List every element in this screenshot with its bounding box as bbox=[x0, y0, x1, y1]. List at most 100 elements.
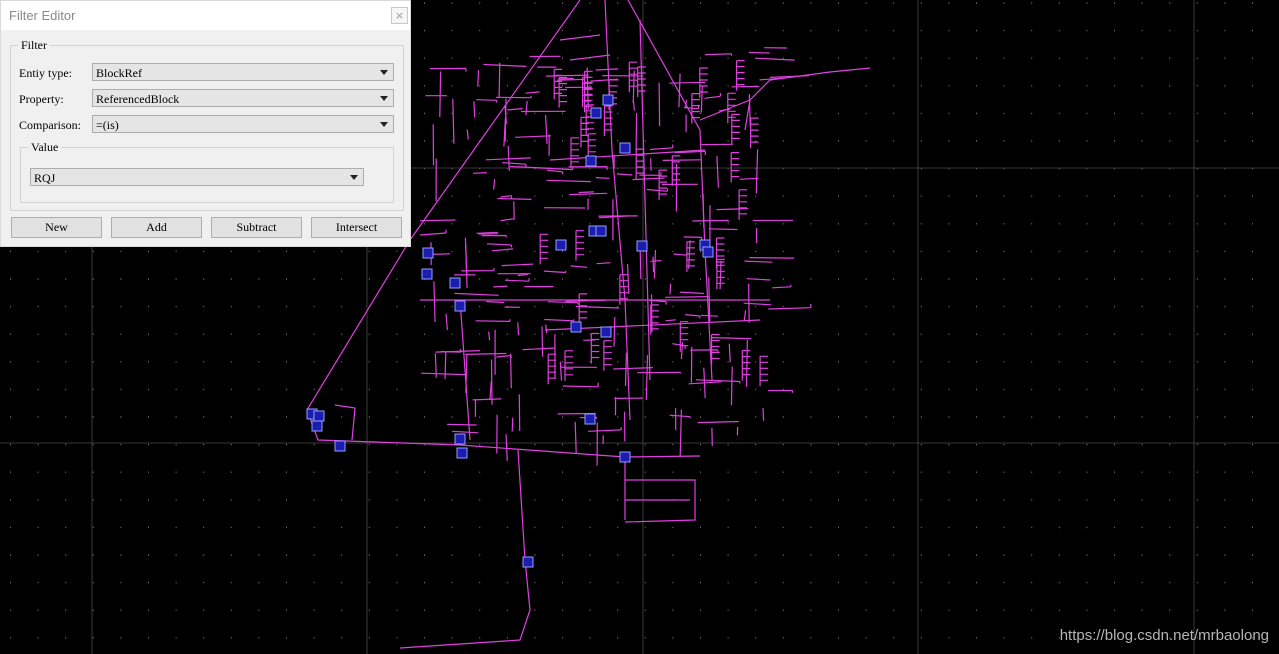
block-ref-marker[interactable] bbox=[334, 440, 346, 452]
pipe-segment bbox=[678, 73, 681, 108]
pipe-segment bbox=[425, 95, 448, 97]
pipe-segment bbox=[748, 283, 750, 323]
block-ref-marker[interactable] bbox=[454, 433, 466, 445]
pipe-segment bbox=[545, 114, 548, 144]
block-ref-marker[interactable] bbox=[590, 107, 602, 119]
pipe-segment bbox=[500, 195, 513, 199]
pipe-segment bbox=[704, 53, 733, 56]
pipe-segment bbox=[493, 179, 496, 190]
pipe-segment bbox=[688, 381, 722, 385]
pipe-segment bbox=[650, 144, 674, 151]
pipe-segment bbox=[704, 93, 721, 99]
pipe-segment bbox=[731, 113, 740, 145]
pipe-segment bbox=[768, 303, 812, 310]
pipe-segment bbox=[690, 349, 719, 352]
block-ref-marker[interactable] bbox=[619, 142, 631, 154]
pipe-segment bbox=[560, 366, 598, 369]
block-ref-marker[interactable] bbox=[702, 246, 714, 258]
block-ref-marker[interactable] bbox=[311, 420, 323, 432]
pipe-segment bbox=[772, 284, 792, 289]
pipe-segment bbox=[433, 281, 436, 323]
close-icon: × bbox=[394, 9, 405, 22]
pipe-segment bbox=[570, 265, 588, 268]
pipe-segment bbox=[507, 108, 523, 111]
pipe-segment bbox=[650, 294, 653, 333]
pipe-segment bbox=[334, 404, 356, 441]
pipe-segment bbox=[507, 145, 510, 171]
pipe-segment bbox=[511, 417, 514, 432]
pipe-segment bbox=[770, 75, 810, 78]
pipe-segment bbox=[743, 302, 772, 306]
new-button[interactable]: New bbox=[11, 217, 102, 238]
block-ref-marker[interactable] bbox=[570, 321, 582, 333]
dialog-titlebar[interactable]: Filter Editor × bbox=[1, 1, 410, 30]
block-ref-marker[interactable] bbox=[313, 410, 325, 422]
pipe-segment bbox=[559, 34, 611, 61]
pipe-segment bbox=[665, 319, 676, 322]
pipe-segment bbox=[495, 95, 532, 99]
subtract-button[interactable]: Subtract bbox=[211, 217, 302, 238]
pipe-segment bbox=[489, 380, 492, 401]
block-ref-marker[interactable] bbox=[636, 240, 648, 252]
pipe-segment bbox=[510, 353, 512, 389]
add-button[interactable]: Add bbox=[111, 217, 202, 238]
block-ref-marker[interactable] bbox=[619, 451, 631, 463]
pipe-segment bbox=[493, 285, 508, 288]
pipe-segment bbox=[673, 253, 688, 256]
pipe-segment bbox=[632, 177, 665, 181]
pipe-segment bbox=[421, 372, 467, 376]
block-ref-marker[interactable] bbox=[602, 94, 614, 106]
block-ref-marker[interactable] bbox=[454, 300, 466, 312]
pipe-segment bbox=[539, 233, 549, 265]
pipe-segment bbox=[486, 300, 505, 304]
pipe-segment bbox=[525, 100, 528, 116]
pipe-segment bbox=[544, 318, 575, 322]
pipe-segment bbox=[759, 77, 782, 81]
pipe-segment bbox=[669, 283, 672, 295]
pipe-segment bbox=[702, 194, 705, 228]
pipe-segment bbox=[653, 249, 657, 279]
pipe-segment bbox=[703, 367, 706, 399]
block-ref-marker[interactable] bbox=[600, 326, 612, 338]
entity-type-select[interactable]: BlockRef bbox=[92, 63, 394, 81]
comparison-select[interactable]: =(is) bbox=[92, 115, 394, 133]
pipe-segment bbox=[739, 177, 759, 180]
block-ref-marker[interactable] bbox=[595, 225, 607, 237]
pipe-segment bbox=[582, 76, 591, 108]
pipe-segment bbox=[716, 155, 719, 188]
pipe-segment bbox=[768, 389, 794, 393]
pipe-segment bbox=[749, 257, 795, 259]
pipe-segment bbox=[569, 192, 608, 196]
pipe-segment bbox=[637, 371, 682, 374]
block-ref-marker[interactable] bbox=[584, 413, 596, 425]
block-ref-marker[interactable] bbox=[555, 239, 567, 251]
pipe-segment bbox=[588, 427, 622, 432]
block-ref-marker[interactable] bbox=[522, 556, 534, 568]
pipe-segment bbox=[464, 352, 507, 355]
pipe-segment bbox=[711, 337, 752, 340]
pipe-segment bbox=[755, 149, 759, 194]
value-select[interactable]: RQJ bbox=[30, 168, 364, 186]
pipe-segment bbox=[517, 322, 520, 336]
block-ref-marker[interactable] bbox=[456, 447, 468, 459]
pipe-segment bbox=[419, 229, 447, 236]
block-ref-marker[interactable] bbox=[585, 155, 597, 167]
pipe-segment bbox=[497, 197, 532, 200]
property-select[interactable]: ReferencedBlock bbox=[92, 89, 394, 107]
block-ref-marker[interactable] bbox=[422, 247, 434, 259]
intersect-button[interactable]: Intersect bbox=[311, 217, 402, 238]
pipe-segment bbox=[483, 63, 527, 67]
pipe-segment bbox=[559, 361, 563, 381]
block-ref-marker[interactable] bbox=[449, 277, 461, 289]
close-button[interactable]: × bbox=[391, 7, 408, 24]
pipe-segment bbox=[662, 159, 701, 161]
pipe-segment bbox=[503, 118, 506, 147]
pipe-segment bbox=[454, 292, 499, 296]
pipe-segment bbox=[564, 350, 573, 381]
pipe-segment bbox=[504, 278, 530, 282]
pipe-segment bbox=[522, 347, 556, 351]
block-ref-marker[interactable] bbox=[421, 268, 433, 280]
pipe-segment bbox=[658, 82, 661, 127]
pipe-segment bbox=[452, 430, 479, 434]
pipe-segment bbox=[699, 67, 871, 121]
